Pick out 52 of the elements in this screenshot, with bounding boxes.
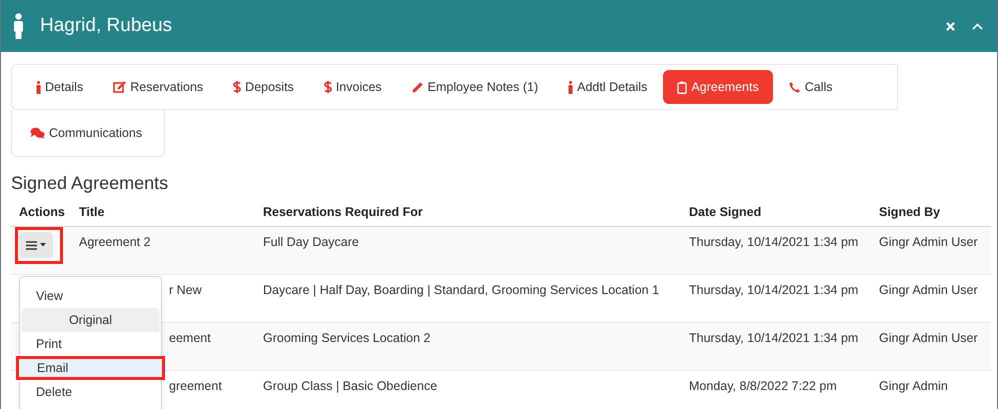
window-title: Hagrid, Rubeus <box>40 14 172 38</box>
tab[interactable]: Agreements <box>663 70 773 104</box>
reservations-cell: Grooming Services Location 2 <box>263 331 430 345</box>
tab[interactable]: Invoices <box>310 70 396 104</box>
menu-item[interactable]: Delete <box>20 380 161 404</box>
tab[interactable]: Addtl Details <box>554 70 662 104</box>
dollar-icon <box>324 80 332 94</box>
date-cell: Thursday, 10/14/2021 1:34 pm <box>689 235 858 249</box>
tab[interactable]: Calls <box>774 70 847 104</box>
close-button[interactable] <box>943 19 957 33</box>
date-cell: Thursday, 10/14/2021 1:34 pm <box>689 283 858 297</box>
column-header: Reservations Required For <box>263 205 423 220</box>
dollar-icon <box>233 80 242 94</box>
title-cell: greement <box>169 379 222 393</box>
menu-icon <box>26 240 37 250</box>
title-cell: eement <box>169 331 211 345</box>
tab[interactable]: Details <box>22 70 98 104</box>
reservations-cell: Daycare | Half Day, Boarding | Standard, Grooming Services Location 1 <box>263 283 660 297</box>
menu-item[interactable]: Original <box>22 308 159 332</box>
section-heading: Signed Agreements <box>11 172 170 195</box>
pencil-icon <box>412 81 424 93</box>
menu-item[interactable]: Email <box>16 356 165 380</box>
menu-item[interactable]: View <box>20 284 161 308</box>
info-icon <box>568 80 574 94</box>
person-icon <box>13 13 24 39</box>
column-header: Signed By <box>879 205 940 220</box>
tab[interactable]: Employee Notes (1) <box>398 70 552 104</box>
caret-icon <box>40 243 46 247</box>
edit-icon <box>113 81 126 93</box>
actions-menu-button[interactable] <box>19 232 53 258</box>
reservations-cell: Group Class | Basic Obedience <box>263 379 438 393</box>
reservations-cell: Full Day Daycare <box>263 235 359 249</box>
title-cell: Agreement 2 <box>79 235 151 249</box>
chat-icon <box>30 127 45 139</box>
clipboard-icon <box>677 80 688 94</box>
date-cell: Thursday, 10/14/2021 1:34 pm <box>689 331 858 345</box>
menu-item[interactable]: Print <box>20 332 161 356</box>
info-icon <box>36 80 41 94</box>
column-header: Actions <box>19 205 65 220</box>
column-header: Date Signed <box>689 205 762 220</box>
tab[interactable]: Deposits <box>219 70 308 104</box>
tab[interactable]: Reservations <box>99 70 218 104</box>
signer-cell: Gingr Admin <box>879 379 948 393</box>
signer-cell: Gingr Admin User <box>879 283 978 297</box>
phone-icon <box>788 81 801 93</box>
chevron-up-icon <box>972 22 982 30</box>
column-header: Title <box>79 205 104 220</box>
close-icon <box>946 22 954 30</box>
signer-cell: Gingr Admin User <box>879 331 978 345</box>
signer-cell: Gingr Admin User <box>879 235 978 249</box>
date-cell: Monday, 8/8/2022 7:22 pm <box>689 379 837 393</box>
title-cell: r New <box>169 283 202 297</box>
